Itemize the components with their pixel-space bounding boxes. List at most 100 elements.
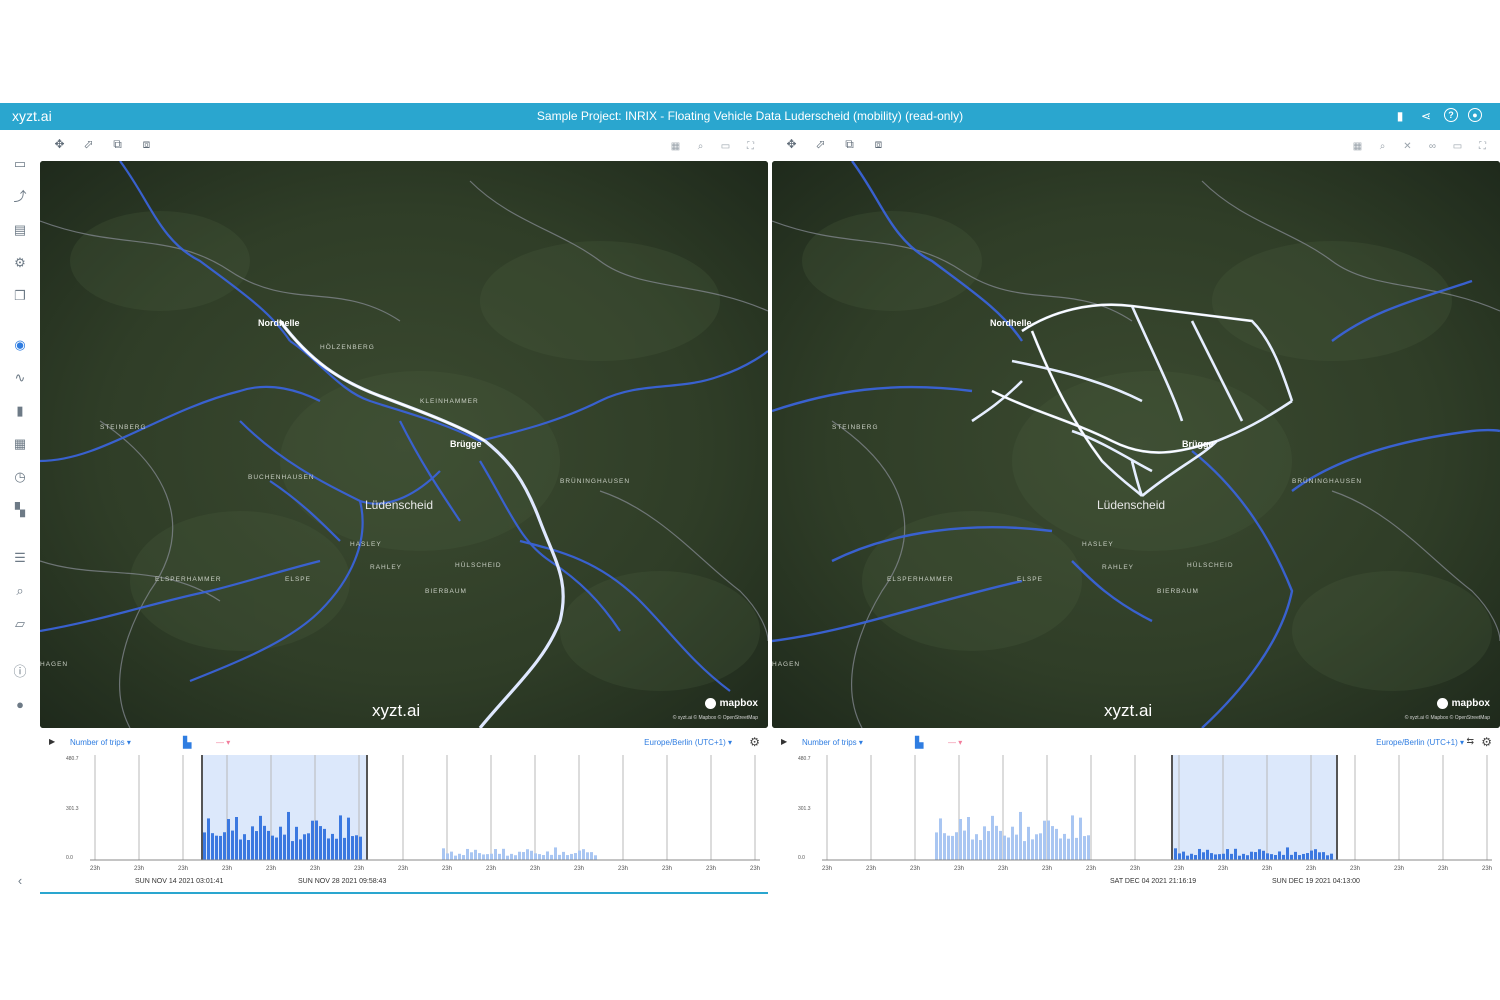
histogram-bar [1190,853,1193,860]
histogram-settings-icon[interactable]: ⚙ [749,735,760,749]
histogram-bar [315,820,318,860]
histogram-bar [963,830,966,860]
grid-toggle-icon[interactable]: ▦ [1350,139,1365,154]
clock-icon[interactable]: ◷ [11,468,29,486]
move-icon[interactable]: ✥ [52,137,67,152]
fullscreen-icon[interactable]: ⛶ [1475,139,1490,154]
folder-icon[interactable]: ▭ [11,155,29,173]
panel-toolbar: ✥ ⬀ ⧉ ⧈ ▦ ⌕ ▭ ⛶ [40,130,768,160]
metric-dropdown[interactable]: Number of trips ▾ [70,738,131,747]
histogram-panel: ▶ Number of trips ▾ ▙ — ▾ Europe/Berlin … [40,730,768,893]
histogram-bar [1214,854,1217,860]
play-icon[interactable]: ▶ [781,737,787,746]
svg-text:STEINBERG: STEINBERG [100,424,147,431]
histogram-bar [534,853,537,860]
histogram-bar [538,854,541,860]
map-view[interactable]: Nordhelle Brügge Lüdenscheid HASLEY RAHL… [40,161,768,728]
map-view[interactable]: Nordhelle Brügge Lüdenscheid HASLEY RAHL… [772,161,1500,728]
zoom-icon[interactable]: ⌕ [693,139,708,154]
svg-text:Brügge: Brügge [1182,439,1214,449]
compare-dropdown[interactable]: — ▾ [948,738,962,747]
map-attribution[interactable]: © xyzt.ai © Mapbox © OpenStreetMap [1405,715,1490,721]
x-tick: 23h [1306,866,1316,872]
move-icon[interactable]: ✥ [784,137,799,152]
selection-end-label: SUN DEC 19 2021 04:13:00 [1272,878,1360,885]
bar-chart-icon[interactable]: ▮ [11,402,29,420]
globe-icon[interactable]: ◉ [11,336,29,354]
histogram-settings-icon[interactable]: ⚙ [1481,735,1492,749]
x-tick: 23h [442,866,452,872]
line-chart-icon[interactable]: ∿ [11,369,29,387]
histogram-bar [1234,848,1237,860]
settings-icon[interactable]: ⚙ [11,254,29,272]
play-icon[interactable]: ▶ [49,737,55,746]
histogram-bar [518,851,521,860]
bookmark-icon[interactable]: ▮ [1392,108,1408,124]
unlink-icon[interactable]: ⧈ [871,137,886,152]
layers-icon[interactable]: ▤ [11,221,29,239]
histogram-bar [1047,820,1050,860]
zoom-icon[interactable]: ⌕ [1375,139,1390,154]
histogram-bar [470,852,473,860]
copy-icon[interactable]: ❐ [11,287,29,305]
map-attribution[interactable]: © xyzt.ai © Mapbox © OpenStreetMap [673,715,758,721]
compare-link-icon[interactable]: ⇆ [1466,736,1474,747]
link-icon[interactable]: ⧉ [842,137,857,152]
histogram-bar [207,818,210,860]
svg-text:RAHLEY: RAHLEY [370,564,402,571]
x-tick: 23h [662,866,672,872]
x-tick: 23h [618,866,628,872]
minimize-icon[interactable]: ▭ [1450,139,1465,154]
map-watermark: xyzt.ai [1104,701,1153,720]
compare-dropdown[interactable]: — ▾ [216,738,230,747]
histogram-bar [347,817,350,860]
info-icon[interactable]: ⓘ [11,663,29,681]
table-icon[interactable]: ☰ [11,549,29,567]
minimize-icon[interactable]: ▭ [718,139,733,154]
x-tick: 23h [574,866,584,872]
chart-type-icon[interactable]: ▙ [915,736,923,749]
select-icon[interactable]: ⬀ [81,137,96,152]
timezone-label: Europe/Berlin (UTC+1) [644,738,726,747]
histogram-bar [1222,853,1225,860]
grid-icon[interactable]: ▦ [11,435,29,453]
histogram-bar [1055,828,1058,860]
svg-text:BRÜNINGHAUSEN: BRÜNINGHAUSEN [1292,477,1362,485]
bulb-icon[interactable]: ● [11,696,29,714]
unlink-icon[interactable]: ⧈ [139,137,154,152]
histogram-bar [279,826,282,860]
metric-dropdown[interactable]: Number of trips ▾ [802,738,863,747]
histogram-bar [450,851,453,860]
map-icon[interactable]: ▱ [11,615,29,633]
timezone-dropdown[interactable]: Europe/Berlin (UTC+1) ▾ [1376,738,1464,747]
histogram-bar [359,836,362,860]
select-icon[interactable]: ⬀ [813,137,828,152]
dashboard-icon[interactable]: ▚ [11,501,29,519]
help-icon[interactable]: ? [1444,108,1458,122]
timezone-dropdown[interactable]: Europe/Berlin (UTC+1) ▾ [644,738,732,747]
account-icon[interactable]: ● [1468,108,1482,122]
link-icon[interactable]: ⧉ [110,137,125,152]
time-selection[interactable] [1172,755,1337,860]
histogram-bar [554,847,557,860]
search-icon[interactable]: ⌕ [11,582,29,600]
histogram-bar [1226,849,1229,860]
sync-icon[interactable]: ∞ [1425,139,1440,154]
histogram-bar [1262,850,1265,860]
route-icon[interactable]: ⤴ [11,188,29,206]
share-icon[interactable]: ⋖ [1418,108,1434,124]
histogram-bar [247,840,250,860]
histogram-bar [1274,855,1277,860]
histogram-bar [339,815,342,860]
histogram-bar [283,834,286,860]
histogram-bar [951,835,954,860]
x-tick: 23h [706,866,716,872]
grid-toggle-icon[interactable]: ▦ [668,139,683,154]
histogram-chart[interactable]: 23h 23h 23h 23h 23h 23h 23h 23h 23h 23h 23h 23h 23h 2… [772,750,1500,875]
histogram-bar [590,852,593,860]
chart-type-icon[interactable]: ▙ [183,736,191,749]
fullscreen-icon[interactable]: ⛶ [743,139,758,154]
close-icon[interactable]: ✕ [1400,139,1415,154]
histogram-chart[interactable]: 23h 23h 23h 23h 23h 23h 23h 23h 23h 23h 23h 23h 23h 2… [40,750,768,875]
collapse-icon[interactable]: ‹ [11,872,29,890]
